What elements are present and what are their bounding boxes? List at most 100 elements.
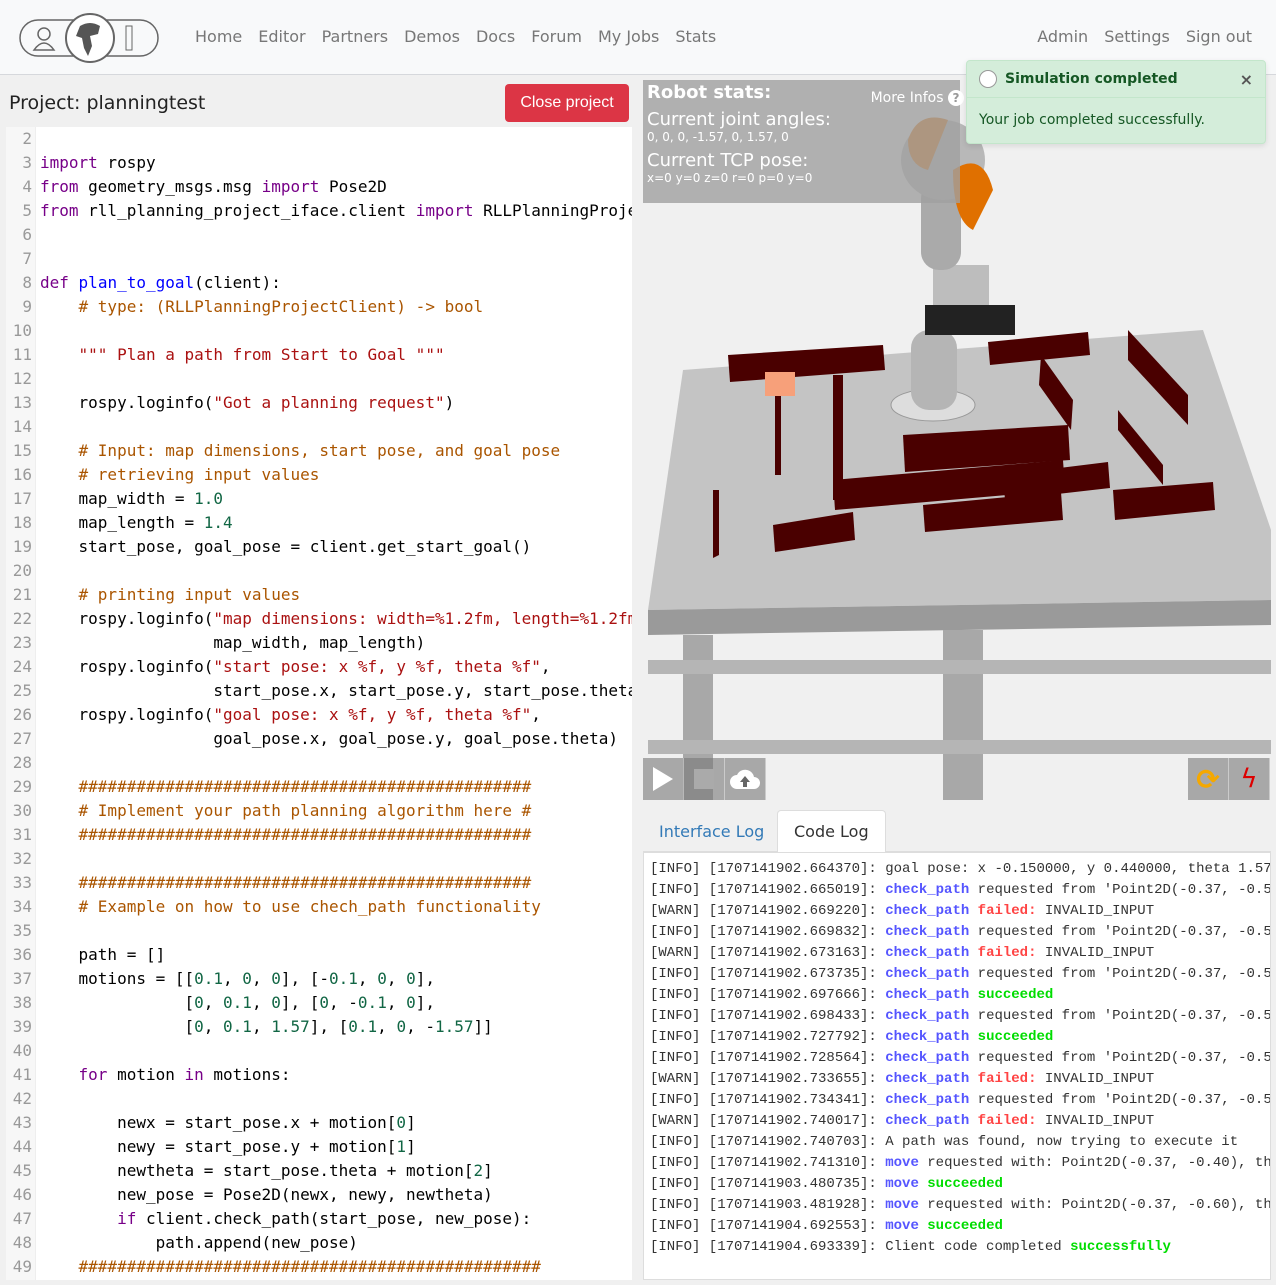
code-line[interactable]: 39 [0, 0.1, 1.57], [0.1, 0, -1.57]] (6, 1015, 632, 1039)
code-line[interactable]: 36 path = [] (6, 943, 632, 967)
code-line[interactable]: 6 (6, 223, 632, 247)
code-line[interactable]: 44 newy = start_pose.y + motion[1] (6, 1135, 632, 1159)
reset-view-button[interactable]: ⟳ (1188, 758, 1229, 800)
log-token: requested from 'Point2D(-0.37, -0.50 (969, 1092, 1271, 1108)
log-token: [INFO] [1707141902.665019]: (650, 882, 886, 898)
power-button[interactable]: ϟ (1229, 758, 1270, 800)
code-line[interactable]: 14 (6, 415, 632, 439)
nav-editor[interactable]: Editor (250, 27, 313, 46)
code-line[interactable]: 45 newtheta = start_pose.theta + motion[… (6, 1159, 632, 1183)
log-token: [INFO] [1707141902.727792]: (650, 1029, 886, 1045)
log-token: requested with: Point2D(-0.37, -0.40), t… (918, 1155, 1271, 1171)
code-line[interactable]: 7 (6, 247, 632, 271)
code-line[interactable]: 26 rospy.loginfo("goal pose: x %f, y %f,… (6, 703, 632, 727)
code-line[interactable]: 41 for motion in motions: (6, 1063, 632, 1087)
code-line[interactable]: 35 (6, 919, 632, 943)
nav-home[interactable]: Home (187, 27, 250, 46)
nav-my-jobs[interactable]: My Jobs (590, 27, 667, 46)
code-editor[interactable]: 2 3 import rospy 4 from geometry_msgs.msg im… (6, 127, 632, 1280)
tab-interface-log[interactable]: Interface Log (643, 810, 780, 852)
code-line[interactable]: 4 from geometry_msgs.msg import Pose2D (6, 175, 632, 199)
code-line[interactable]: 42 (6, 1087, 632, 1111)
code-line[interactable]: 13 rospy.loginfo("Got a planning request… (6, 391, 632, 415)
code-line[interactable]: 37 motions = [[0.1, 0, 0], [-0.1, 0, 0], (6, 967, 632, 991)
code-line[interactable]: 3 import rospy (6, 151, 632, 175)
code-token: ] (406, 1113, 416, 1132)
code-line[interactable]: 46 new_pose = Pose2D(newx, newy, newthet… (6, 1183, 632, 1207)
code-line[interactable]: 31 #####################################… (6, 823, 632, 847)
view-controls: ⟳ ϟ (1188, 758, 1270, 800)
code-lines[interactable]: 2 3 import rospy 4 from geometry_msgs.msg im… (6, 127, 632, 1279)
line-number: 43 (12, 1113, 32, 1132)
code-line[interactable]: 24 rospy.loginfo("start pose: x %f, y %f… (6, 655, 632, 679)
logo[interactable] (18, 12, 160, 64)
robot-3d-viewer[interactable]: Robot stats: More Infos ? Current joint … (643, 80, 1271, 800)
code-line[interactable]: 47 if client.check_path(start_pose, new_… (6, 1207, 632, 1231)
code-line[interactable]: 21 # printing input values (6, 583, 632, 607)
code-line[interactable]: 12 (6, 367, 632, 391)
code-line[interactable]: 5 from rll_planning_project_iface.client … (6, 199, 632, 223)
line-number: 33 (12, 873, 32, 892)
code-line[interactable]: 9 # type: (RLLPlanningProjectClient) -> … (6, 295, 632, 319)
code-line[interactable]: 20 (6, 559, 632, 583)
nav-docs[interactable]: Docs (468, 27, 523, 46)
code-line[interactable]: 15 # Input: map dimensions, start pose, … (6, 439, 632, 463)
code-line[interactable]: 48 path.append(new_pose) (6, 1231, 632, 1255)
code-line[interactable]: 43 newx = start_pose.x + motion[0] (6, 1111, 632, 1135)
play-button[interactable] (643, 758, 684, 800)
log-line: [INFO] [1707141904.693339]: Client code … (644, 1237, 1270, 1258)
code-line[interactable]: 29 #####################################… (6, 775, 632, 799)
nav-stats[interactable]: Stats (667, 27, 724, 46)
code-line[interactable]: 8 def plan_to_goal(client): (6, 271, 632, 295)
toast-title: Simulation completed (1005, 71, 1178, 87)
code-line[interactable]: 34 # Example on how to use chech_path fu… (6, 895, 632, 919)
code-line[interactable]: 23 map_width, map_length) (6, 631, 632, 655)
code-token: map_width = (40, 489, 195, 508)
tab-code-log[interactable]: Code Log (777, 810, 886, 853)
nav-demos[interactable]: Demos (396, 27, 468, 46)
nav-partners[interactable]: Partners (314, 27, 396, 46)
code-token: , - (406, 1017, 435, 1036)
code-line[interactable]: 27 goal_pose.x, goal_pose.y, goal_pose.t… (6, 727, 632, 751)
code-line[interactable]: 38 [0, 0.1, 0], [0, -0.1, 0], (6, 991, 632, 1015)
toast-close-button[interactable]: × (1240, 70, 1253, 89)
log-token: succeeded (977, 987, 1054, 1003)
upload-button[interactable] (725, 758, 766, 800)
code-line[interactable]: 2 (6, 127, 632, 151)
code-token: ], (415, 969, 435, 988)
code-line[interactable]: 18 map_length = 1.4 (6, 511, 632, 535)
code-line[interactable]: 25 start_pose.x, start_pose.y, start_pos… (6, 679, 632, 703)
more-infos-link[interactable]: More Infos ? (871, 90, 964, 106)
code-line[interactable]: 17 map_width = 1.0 (6, 487, 632, 511)
code-line[interactable]: 19 start_pose, goal_pose = client.get_st… (6, 535, 632, 559)
line-number: 35 (12, 921, 32, 940)
log-line: [INFO] [1707141902.698433]: check_path r… (644, 1006, 1270, 1027)
log-line: [INFO] [1707141904.692553]: move succeed… (644, 1216, 1270, 1237)
log-token: INVALID_INPUT (1036, 903, 1155, 919)
code-line[interactable]: 28 (6, 751, 632, 775)
code-line[interactable]: 10 (6, 319, 632, 343)
close-project-button[interactable]: Close project (505, 84, 629, 122)
line-number: 3 (22, 153, 32, 172)
code-line[interactable]: 40 (6, 1039, 632, 1063)
code-line[interactable]: 49 #####################################… (6, 1255, 632, 1279)
line-number: 28 (12, 753, 32, 772)
log-token: requested from 'Point2D(-0.37, -0.50 (969, 966, 1271, 982)
code-line[interactable]: 11 """ Plan a path from Start to Goal ""… (6, 343, 632, 367)
code-line[interactable]: 32 (6, 847, 632, 871)
nav-admin[interactable]: Admin (1029, 27, 1096, 46)
nav-sign-out[interactable]: Sign out (1178, 27, 1260, 46)
code-line[interactable]: 16 # retrieving input values (6, 463, 632, 487)
code-line[interactable]: 22 rospy.loginfo("map dimensions: width=… (6, 607, 632, 631)
nav-forum[interactable]: Forum (523, 27, 590, 46)
log-token: [INFO] [1707141902.734341]: (650, 1092, 886, 1108)
code-token: 1.0 (194, 489, 224, 508)
code-log-output[interactable]: [INFO] [1707141902.664370]: goal pose: x… (643, 852, 1271, 1280)
stop-button[interactable] (684, 758, 725, 800)
code-line[interactable]: 30 # Implement your path planning algori… (6, 799, 632, 823)
code-line[interactable]: 33 #####################################… (6, 871, 632, 895)
log-line: [INFO] [1707141902.665019]: check_path r… (644, 880, 1270, 901)
nav-settings[interactable]: Settings (1096, 27, 1178, 46)
code-token: # retrieving input values (78, 465, 320, 484)
